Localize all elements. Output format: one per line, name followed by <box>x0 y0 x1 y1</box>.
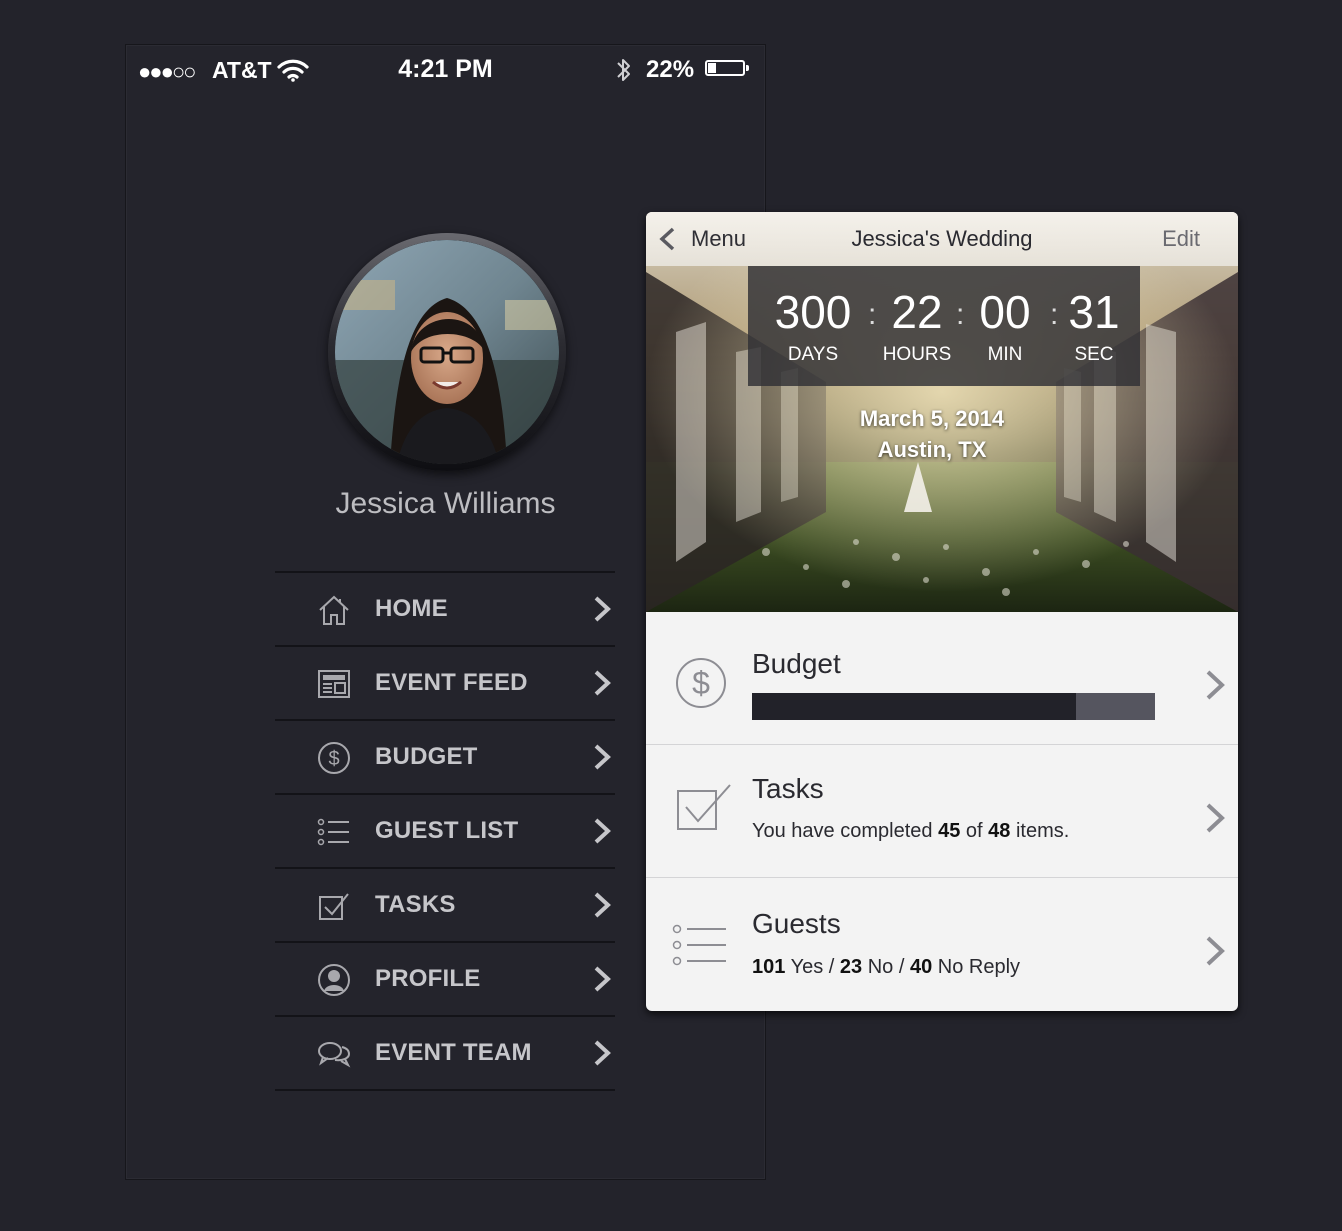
chevron-right-icon <box>1206 936 1225 966</box>
list-icon <box>317 818 349 846</box>
edit-button[interactable]: Edit <box>1162 226 1200 252</box>
status-bar: ●●●○○ AT&T 4:21 PM 22% <box>126 45 765 95</box>
countdown-sec-label: SEC <box>1074 344 1114 365</box>
tasks-prefix: You have completed <box>752 820 933 842</box>
dollar-icon: $ <box>676 658 726 708</box>
countdown-days-value: 300 <box>774 286 852 338</box>
battery-percent: 22% <box>646 56 695 83</box>
countdown-hours-value: 22 <box>891 286 943 338</box>
tasks-of: of <box>965 820 983 842</box>
tasks-title: Tasks <box>752 773 824 804</box>
menu-label: BUDGET <box>375 743 478 770</box>
checkbox-icon <box>319 893 349 920</box>
guests-no-count: 23 <box>839 956 863 978</box>
checkbox-icon <box>677 784 731 830</box>
menu-item-budget[interactable]: $ BUDGET <box>275 721 615 795</box>
user-icon <box>318 964 350 996</box>
menu-item-tasks[interactable]: TASKS <box>275 869 615 943</box>
guests-yes-count: 101 <box>752 956 786 978</box>
bluetooth-icon <box>617 59 630 81</box>
chevron-right-icon <box>594 892 611 918</box>
summary-list: $ Budget Tasks You have completed 45 of … <box>646 612 1238 1011</box>
chevron-right-icon <box>594 818 611 844</box>
guests-rsvp-text: 101 Yes / 23 No / 40 No Reply <box>752 956 1020 979</box>
menu-label: PROFILE <box>375 965 481 992</box>
list-icon <box>672 924 726 966</box>
countdown-days: 300 DAYS <box>768 286 858 366</box>
portrait-image <box>335 240 559 464</box>
tasks-suffix: items. <box>1015 820 1070 842</box>
countdown-min: 00 MIN <box>960 286 1050 366</box>
guests-row[interactable]: Guests 101 Yes / 23 No / 40 No Reply <box>646 878 1238 1011</box>
guests-no-label: No <box>867 956 894 978</box>
home-icon <box>319 595 349 625</box>
countdown-min-label: MIN <box>987 344 1023 365</box>
guests-separator: / <box>828 956 835 978</box>
chevron-right-icon <box>594 670 611 696</box>
chevron-right-icon <box>594 744 611 770</box>
event-hero: Menu Jessica's Wedding Edit 300 DAYS : 2… <box>646 212 1238 612</box>
battery-icon <box>705 60 749 76</box>
battery-level <box>708 63 716 73</box>
guests-title: Guests <box>752 908 841 939</box>
menu-label: GUEST LIST <box>375 817 519 844</box>
countdown-days-label: DAYS <box>787 344 839 365</box>
tasks-total-count: 48 <box>988 820 1011 842</box>
newspaper-icon <box>318 670 350 698</box>
guests-no-reply-label: No Reply <box>937 956 1021 978</box>
guests-separator: / <box>898 956 905 978</box>
tasks-row[interactable]: Tasks You have completed 45 of 48 items. <box>646 745 1238 878</box>
tasks-completed-count: 45 <box>938 820 961 842</box>
menu-label: EVENT TEAM <box>375 1039 532 1066</box>
budget-progress-fill <box>752 693 1077 720</box>
event-card: Menu Jessica's Wedding Edit 300 DAYS : 2… <box>646 212 1238 1011</box>
tasks-progress-text: You have completed 45 of 48 items. <box>752 820 1069 843</box>
countdown-min-value: 00 <box>979 286 1031 338</box>
menu-item-profile[interactable]: PROFILE <box>275 943 615 1017</box>
event-location: Austin, TX <box>877 437 987 462</box>
menu-label: EVENT FEED <box>375 669 528 696</box>
budget-progress-bar <box>752 693 1155 720</box>
chevron-right-icon <box>1206 803 1225 833</box>
menu-item-event-feed[interactable]: EVENT FEED <box>275 647 615 721</box>
navigation-bar: Menu Jessica's Wedding Edit <box>646 212 1238 266</box>
svg-text:$: $ <box>328 748 339 770</box>
svg-text:$: $ <box>692 665 710 701</box>
menu-label: TASKS <box>375 891 456 918</box>
budget-row[interactable]: $ Budget <box>646 612 1238 745</box>
menu-label: HOME <box>375 595 448 622</box>
countdown-hours: 22 HOURS <box>872 286 962 366</box>
budget-title: Budget <box>752 648 841 679</box>
menu-item-guest-list[interactable]: GUEST LIST <box>275 795 615 869</box>
event-date: March 5, 2014 <box>859 406 1005 431</box>
avatar[interactable] <box>328 233 566 471</box>
dollar-icon: $ <box>318 742 350 774</box>
side-menu: HOME EVENT FEED $ BUDGET GUEST LIST TASK… <box>275 571 615 1091</box>
menu-item-home[interactable]: HOME <box>275 573 615 647</box>
countdown-sec: 31 SEC <box>1049 286 1139 366</box>
guests-yes-label: Yes <box>790 956 824 978</box>
countdown-sec-value: 31 <box>1068 286 1120 338</box>
menu-item-event-team[interactable]: EVENT TEAM <box>275 1017 615 1091</box>
avatar-photo <box>335 240 559 464</box>
chevron-right-icon <box>594 966 611 992</box>
countdown-hours-label: HOURS <box>882 344 952 365</box>
countdown-timer: 300 DAYS : 22 HOURS : 00 MIN : 31 SEC <box>748 266 1140 386</box>
chevron-right-icon <box>1206 670 1225 700</box>
chevron-right-icon <box>594 596 611 622</box>
guests-no-reply-count: 40 <box>909 956 933 978</box>
chat-icon <box>318 1042 351 1068</box>
nav-title: Jessica's Wedding <box>851 226 1033 251</box>
chevron-right-icon <box>594 1040 611 1066</box>
